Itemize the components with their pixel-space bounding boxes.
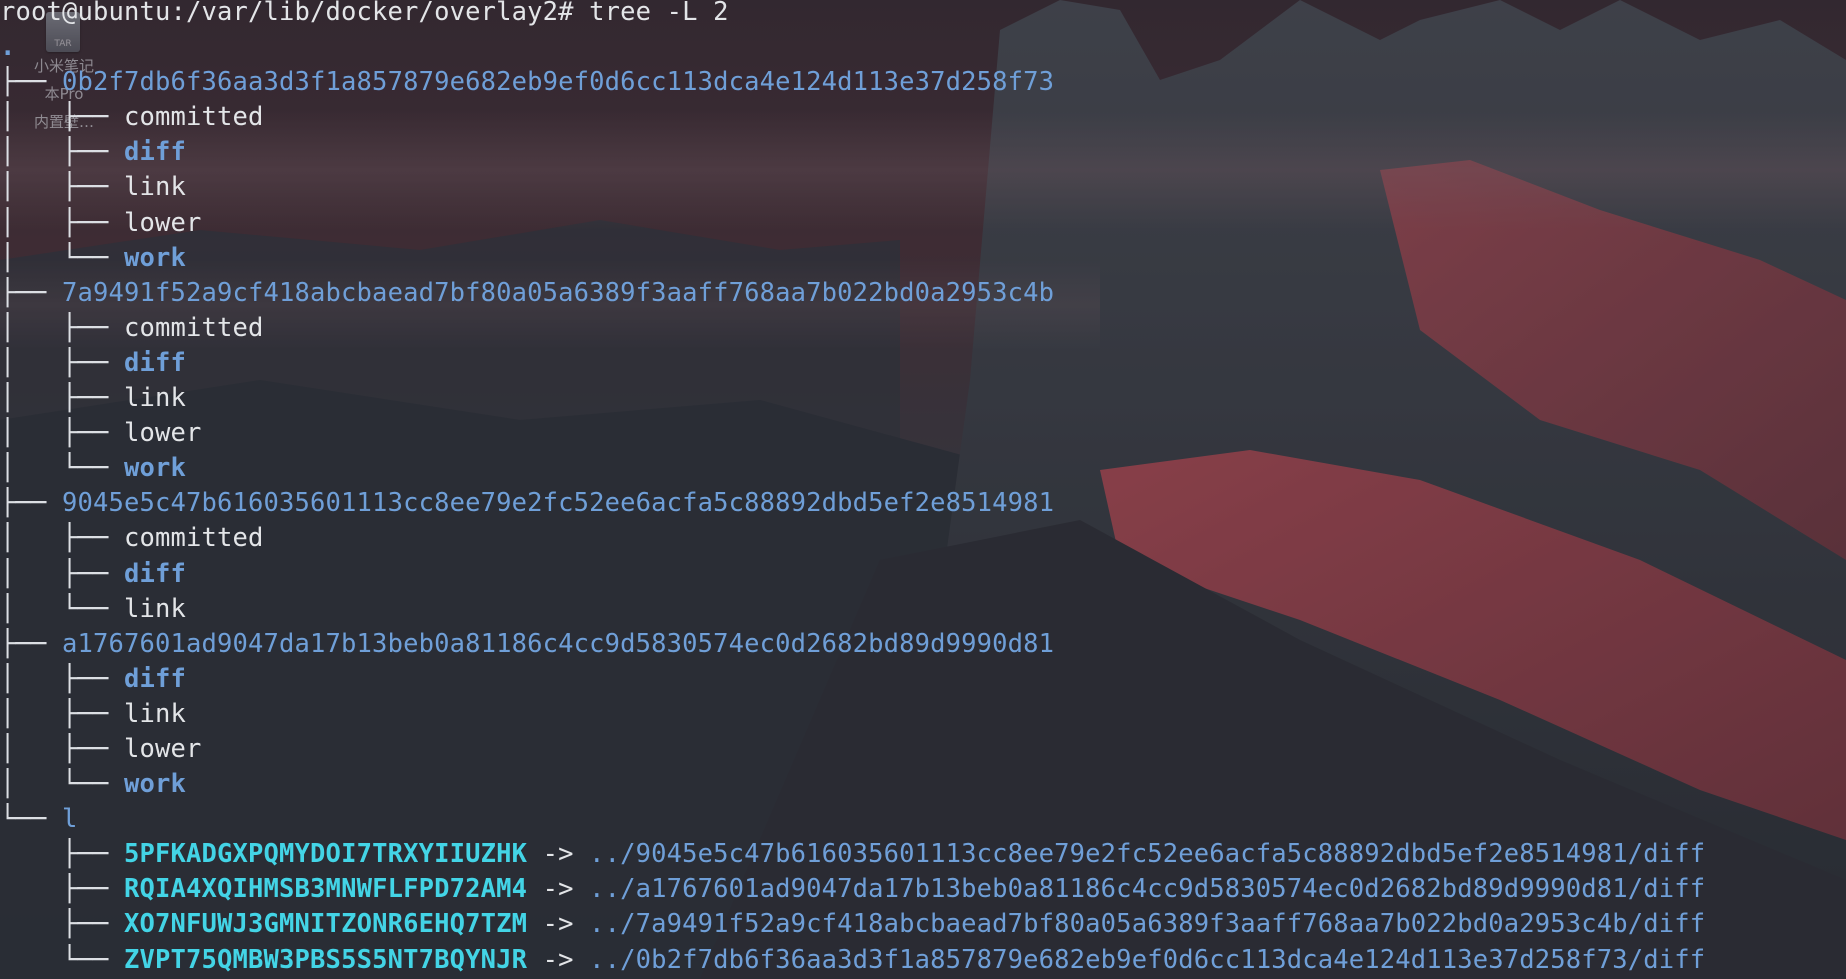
directory-entry: ├── a1767601ad9047da17b13beb0a81186c4cc9… bbox=[0, 627, 1846, 662]
directory-name: 7a9491f52a9cf418abcbaead7bf80a05a6389f3a… bbox=[62, 277, 1055, 308]
file-name: lower bbox=[124, 418, 202, 449]
symlink-name: ZVPT75QMBW3PBS5S5NT7BQYNJR bbox=[124, 944, 528, 975]
tree-branch: │ ├── bbox=[0, 418, 125, 449]
directory-name: 9045e5c47b616035601113cc8ee79e2fc52ee6ac… bbox=[62, 488, 1055, 519]
directory-name: diff bbox=[124, 137, 187, 168]
symlink-name: 5PFKADGXPQMYDOI7TRXYIIUZHK bbox=[124, 839, 528, 870]
directory-entry: ├── 0b2f7db6f36aa3d3f1a857879e682eb9ef0d… bbox=[0, 65, 1846, 100]
tree-branch: │ ├── bbox=[0, 102, 125, 133]
directory-name: diff bbox=[124, 663, 187, 694]
tree-branch: │ ├── bbox=[0, 663, 125, 694]
symlink-arrow: -> bbox=[527, 874, 590, 905]
symlink-arrow: -> bbox=[527, 839, 590, 870]
file-name: committed bbox=[124, 312, 264, 343]
tree-branch: │ ├── bbox=[0, 137, 125, 168]
directory-entry: │ └── work bbox=[0, 241, 1846, 276]
tree-branch: │ ├── bbox=[0, 698, 125, 729]
tree-branch: ├── bbox=[0, 488, 63, 519]
tree-branch: │ └── bbox=[0, 242, 125, 273]
tree-branch: │ ├── bbox=[0, 733, 125, 764]
tree-branch: ├── bbox=[0, 839, 125, 870]
file-name: link bbox=[124, 172, 187, 203]
tree-branch: │ ├── bbox=[0, 312, 125, 343]
tree-branch: │ ├── bbox=[0, 523, 125, 554]
directory-name: work bbox=[124, 242, 187, 273]
directory-name: 0b2f7db6f36aa3d3f1a857879e682eb9ef0d6cc1… bbox=[62, 67, 1055, 98]
tree-root: . bbox=[0, 30, 1846, 65]
file-name: committed bbox=[124, 102, 264, 133]
file-name: link bbox=[124, 698, 187, 729]
directory-name: diff bbox=[124, 347, 187, 378]
file-name: link bbox=[124, 383, 187, 414]
file-entry: │ ├── link bbox=[0, 170, 1846, 205]
command-text: tree -L 2 bbox=[589, 0, 729, 27]
file-name: lower bbox=[124, 733, 202, 764]
directory-entry: ├── 9045e5c47b616035601113cc8ee79e2fc52e… bbox=[0, 486, 1846, 521]
file-entry: │ ├── committed bbox=[0, 100, 1846, 135]
directory-name: work bbox=[124, 453, 187, 484]
command-line: root@ubuntu:/var/lib/docker/overlay2# tr… bbox=[0, 0, 1846, 30]
symlink-target: ../0b2f7db6f36aa3d3f1a857879e682eb9ef0d6… bbox=[589, 944, 1706, 975]
tree-branch: │ └── bbox=[0, 769, 125, 800]
symlink-entry: ├── 5PFKADGXPQMYDOI7TRXYIIUZHK -> ../904… bbox=[0, 837, 1846, 872]
directory-name: l bbox=[62, 804, 78, 835]
symlink-name: RQIA4XQIHMSB3MNWFLFPD72AM4 bbox=[124, 874, 528, 905]
shell-prompt: root@ubuntu:/var/lib/docker/overlay2# bbox=[0, 0, 574, 27]
file-name: lower bbox=[124, 207, 202, 238]
symlink-target: ../a1767601ad9047da17b13beb0a81186c4cc9d… bbox=[589, 874, 1706, 905]
symlink-name: XO7NFUWJ3GMNITZONR6EHQ7TZM bbox=[124, 909, 528, 940]
symlink-arrow: -> bbox=[527, 944, 590, 975]
directory-entry: └── l bbox=[0, 802, 1846, 837]
tree-branch: ├── bbox=[0, 874, 125, 905]
tree-branch: │ ├── bbox=[0, 558, 125, 589]
tree-branch: │ └── bbox=[0, 593, 125, 624]
directory-name: diff bbox=[124, 558, 187, 589]
tree-listing: ├── 0b2f7db6f36aa3d3f1a857879e682eb9ef0d… bbox=[0, 65, 1846, 977]
directory-entry: │ ├── diff bbox=[0, 135, 1846, 170]
tree-branch: │ └── bbox=[0, 453, 125, 484]
tree-branch: │ ├── bbox=[0, 172, 125, 203]
symlink-entry: ├── XO7NFUWJ3GMNITZONR6EHQ7TZM -> ../7a9… bbox=[0, 907, 1846, 942]
tree-branch: ├── bbox=[0, 277, 63, 308]
directory-entry: │ ├── diff bbox=[0, 662, 1846, 697]
directory-entry: │ ├── diff bbox=[0, 557, 1846, 592]
tree-root-dot: . bbox=[0, 32, 16, 63]
directory-name: a1767601ad9047da17b13beb0a81186c4cc9d583… bbox=[62, 628, 1055, 659]
file-entry: │ ├── lower bbox=[0, 732, 1846, 767]
file-name: link bbox=[124, 593, 187, 624]
file-entry: │ ├── committed bbox=[0, 311, 1846, 346]
file-entry: │ ├── lower bbox=[0, 206, 1846, 241]
file-entry: │ ├── lower bbox=[0, 416, 1846, 451]
tree-branch: │ ├── bbox=[0, 207, 125, 238]
directory-entry: ├── 7a9491f52a9cf418abcbaead7bf80a05a638… bbox=[0, 276, 1846, 311]
file-entry: │ ├── link bbox=[0, 381, 1846, 416]
tree-branch: │ ├── bbox=[0, 383, 125, 414]
tree-branch: │ ├── bbox=[0, 347, 125, 378]
tree-branch: ├── bbox=[0, 67, 63, 98]
directory-entry: │ └── work bbox=[0, 767, 1846, 802]
symlink-target: ../7a9491f52a9cf418abcbaead7bf80a05a6389… bbox=[589, 909, 1706, 940]
tree-branch: └── bbox=[0, 804, 63, 835]
tree-branch: ├── bbox=[0, 909, 125, 940]
tree-branch: └── bbox=[0, 944, 125, 975]
file-name: committed bbox=[124, 523, 264, 554]
tree-branch: ├── bbox=[0, 628, 63, 659]
file-entry: │ ├── committed bbox=[0, 521, 1846, 556]
directory-name: work bbox=[124, 769, 187, 800]
directory-entry: │ └── work bbox=[0, 451, 1846, 486]
symlink-target: ../9045e5c47b616035601113cc8ee79e2fc52ee… bbox=[589, 839, 1706, 870]
file-entry: │ ├── link bbox=[0, 697, 1846, 732]
directory-entry: │ ├── diff bbox=[0, 346, 1846, 381]
symlink-arrow: -> bbox=[527, 909, 590, 940]
terminal-output[interactable]: root@ubuntu:/var/lib/docker/overlay2# tr… bbox=[0, 0, 1846, 978]
symlink-entry: ├── RQIA4XQIHMSB3MNWFLFPD72AM4 -> ../a17… bbox=[0, 872, 1846, 907]
symlink-entry: └── ZVPT75QMBW3PBS5S5NT7BQYNJR -> ../0b2… bbox=[0, 943, 1846, 978]
file-entry: │ └── link bbox=[0, 592, 1846, 627]
